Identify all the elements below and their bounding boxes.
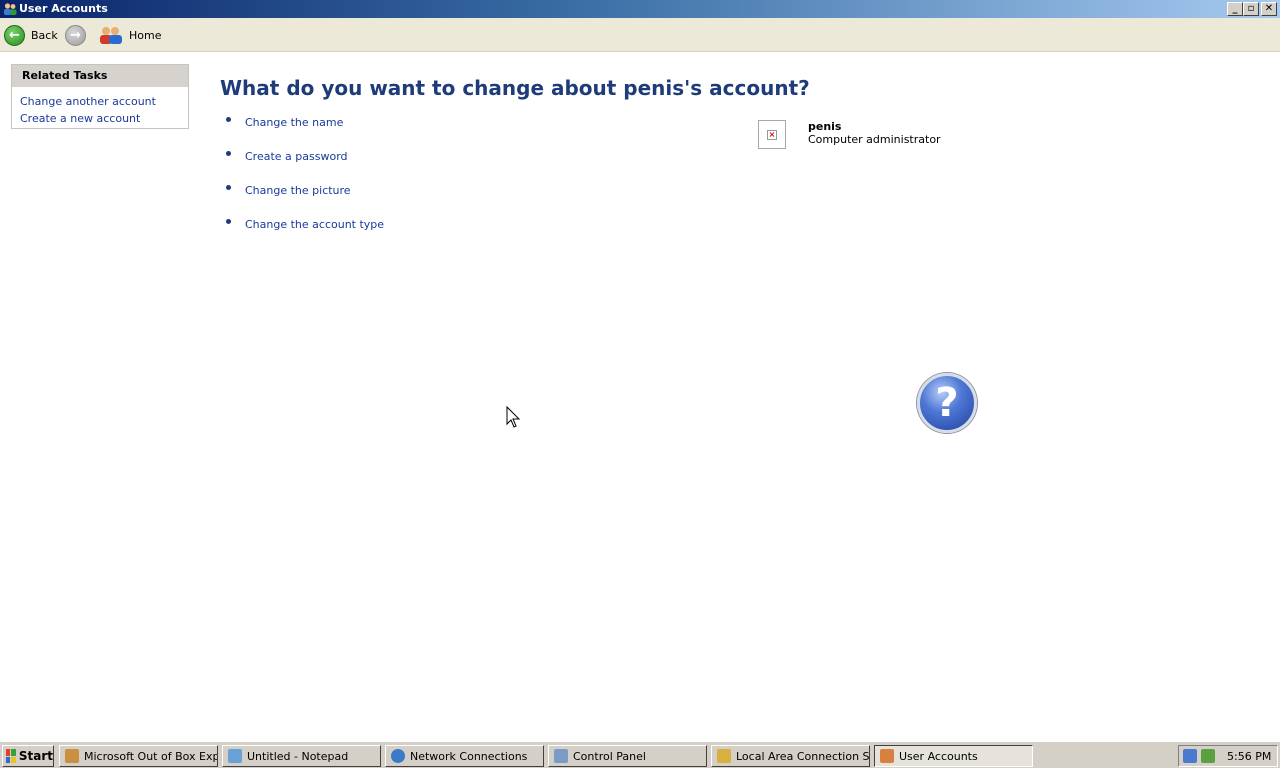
task-label[interactable]: Create a password xyxy=(245,150,348,163)
bullet-icon xyxy=(226,185,231,190)
home-label: Home xyxy=(129,28,162,42)
windows-flag-icon xyxy=(6,749,16,763)
home-button[interactable]: Home xyxy=(99,18,161,52)
taskbar-button-control-panel[interactable]: Control Panel xyxy=(548,745,707,767)
task-create-password[interactable]: Create a password xyxy=(226,150,348,163)
taskbar-button-label: Network Connections xyxy=(410,749,528,763)
forward-arrow-icon: → xyxy=(65,24,86,46)
account-picture: × xyxy=(758,120,786,149)
account-name: penis xyxy=(808,120,842,133)
network-icon xyxy=(391,749,405,763)
forward-button[interactable]: → xyxy=(65,18,86,52)
taskbar-button-user-accounts[interactable]: User Accounts xyxy=(874,745,1033,767)
back-label: Back xyxy=(31,28,58,42)
taskbar: Start Microsoft Out of Box Exp... Untitl… xyxy=(0,741,1280,768)
oobe-icon xyxy=(65,749,79,763)
bullet-icon xyxy=(226,117,231,122)
taskbar-button-local-area-connection[interactable]: Local Area Connection St... xyxy=(711,745,870,767)
clock[interactable]: 5:56 PM xyxy=(1227,750,1271,763)
back-button[interactable]: ← Back xyxy=(4,18,58,52)
notepad-icon xyxy=(228,749,242,763)
user-accounts-window: User Accounts _ ▫ ✕ ← Back → Home Relate… xyxy=(0,0,1280,741)
start-label: Start xyxy=(18,749,53,763)
user-accounts-icon xyxy=(880,749,894,763)
task-label[interactable]: Change the name xyxy=(245,116,343,129)
taskbar-button-network-connections[interactable]: Network Connections xyxy=(385,745,544,767)
task-change-account-type[interactable]: Change the account type xyxy=(226,218,384,231)
related-tasks-heading: Related Tasks xyxy=(12,65,188,87)
close-button[interactable]: ✕ xyxy=(1261,2,1277,16)
system-tray: 5:56 PM xyxy=(1178,745,1278,767)
title-bar[interactable]: User Accounts _ ▫ ✕ xyxy=(0,0,1280,18)
bullet-icon xyxy=(226,151,231,156)
network-tray-icon[interactable] xyxy=(1183,749,1197,763)
taskbar-button-notepad[interactable]: Untitled - Notepad xyxy=(222,745,381,767)
navigation-toolbar: ← Back → Home xyxy=(0,18,1280,52)
window-title: User Accounts xyxy=(19,2,108,15)
account-type: Computer administrator xyxy=(808,133,941,146)
task-label[interactable]: Change the picture xyxy=(245,184,351,197)
task-change-name[interactable]: Change the name xyxy=(226,116,343,129)
create-new-account-link[interactable]: Create a new account xyxy=(12,110,188,127)
bullet-icon xyxy=(226,219,231,224)
taskbar-button-label: Microsoft Out of Box Exp... xyxy=(84,749,218,763)
back-arrow-icon: ← xyxy=(4,24,25,46)
taskbar-button-label: Local Area Connection St... xyxy=(736,749,870,763)
start-button[interactable]: Start xyxy=(2,745,54,767)
question-mark-icon[interactable]: ? xyxy=(917,373,977,433)
page-title: What do you want to change about penis's… xyxy=(220,76,810,100)
tray-icon[interactable] xyxy=(1201,749,1215,763)
minimize-button[interactable]: _ xyxy=(1227,2,1243,16)
taskbar-button-label: User Accounts xyxy=(899,749,978,763)
user-accounts-icon xyxy=(4,3,17,15)
restore-button[interactable]: ▫ xyxy=(1243,2,1259,16)
taskbar-button-label: Control Panel xyxy=(573,749,646,763)
broken-image-icon: × xyxy=(767,130,777,140)
home-users-icon xyxy=(100,27,122,44)
taskbar-button-label: Untitled - Notepad xyxy=(247,749,349,763)
mouse-cursor-icon xyxy=(506,406,521,428)
change-another-account-link[interactable]: Change another account xyxy=(12,93,188,110)
taskbar-button-oobe[interactable]: Microsoft Out of Box Exp... xyxy=(59,745,218,767)
lan-icon xyxy=(717,749,731,763)
control-panel-icon xyxy=(554,749,568,763)
task-label[interactable]: Change the account type xyxy=(245,218,384,231)
task-change-picture[interactable]: Change the picture xyxy=(226,184,351,197)
related-tasks-panel: Related Tasks Change another account Cre… xyxy=(11,64,189,129)
